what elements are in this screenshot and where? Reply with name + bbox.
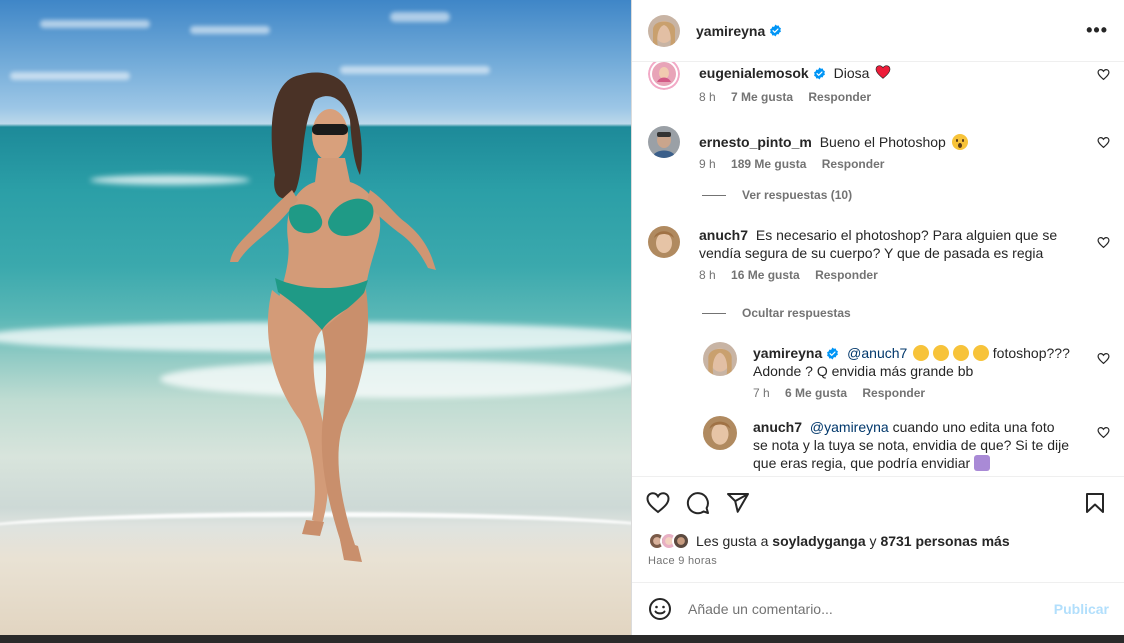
like-comment-heart-icon[interactable] <box>1097 136 1110 149</box>
reply-button[interactable]: Responder <box>822 157 885 171</box>
reply-item: yamireyna @anuch7 fotoshop??? Adonde ? Q… <box>703 342 1110 400</box>
more-options-icon[interactable]: ••• <box>1086 20 1108 41</box>
like-comment-heart-icon[interactable] <box>1097 426 1110 439</box>
comment-username[interactable]: ernesto_pinto_m <box>699 134 812 150</box>
verified-badge-icon <box>770 24 782 37</box>
publish-button[interactable]: Publicar <box>1054 601 1109 617</box>
reply-username[interactable]: anuch7 <box>753 419 802 435</box>
commenter-avatar[interactable] <box>648 226 680 258</box>
comment-text: Diosa <box>833 65 870 81</box>
comment-meta: 9 h 189 Me gusta Responder <box>699 157 1110 171</box>
grinning-squinting-face-icon <box>913 345 930 361</box>
comment-body: anuch7 Es necesario el photoshop? Para a… <box>699 226 1110 262</box>
reply-item: anuch7 @yamireyna cuando uno edita una f… <box>703 416 1110 472</box>
comment-meta: 8 h 16 Me gusta Responder <box>699 268 1110 282</box>
comment-item: ernesto_pinto_m Bueno el Photoshop 9 h 1… <box>648 126 1110 171</box>
author-username[interactable]: yamireyna <box>696 23 765 39</box>
post-photo[interactable] <box>0 0 631 635</box>
verified-badge-icon <box>827 347 839 360</box>
action-bar <box>632 477 1124 529</box>
comment-text: Es necesario el photoshop? Para alguien … <box>699 227 1058 261</box>
reply-mention[interactable]: @yamireyna <box>810 419 889 435</box>
comments-list: eugenialemosok Diosa 8 h 7 Me gusta Resp… <box>632 62 1124 476</box>
comment-input[interactable] <box>688 601 1054 617</box>
hide-replies-toggle[interactable]: Ocultar respuestas <box>702 306 851 320</box>
add-comment-bar: Publicar <box>632 582 1124 635</box>
comment-time: 9 h <box>699 157 716 171</box>
grinning-squinting-face-icon <box>972 345 989 361</box>
smiley-icon[interactable] <box>648 597 672 621</box>
comment-username[interactable]: anuch7 <box>699 227 748 243</box>
likes-first-user[interactable]: soyladyganga <box>772 533 865 549</box>
astonished-face-emoji-icon <box>951 134 968 150</box>
woman-figure <box>230 72 436 562</box>
reply-button[interactable]: Responder <box>862 386 925 400</box>
post-side-panel: yamireyna ••• eugenialemosok Diosa 8 h 7… <box>631 0 1124 635</box>
replier-avatar[interactable] <box>703 416 737 450</box>
commenter-avatar[interactable] <box>648 126 680 158</box>
page-bottom-bar <box>0 635 1124 643</box>
comment-time: 8 h <box>699 90 716 104</box>
reply-body: yamireyna @anuch7 fotoshop??? Adonde ? Q… <box>753 342 1110 380</box>
like-comment-heart-icon[interactable] <box>1097 68 1110 81</box>
divider <box>702 195 726 197</box>
reply-likes[interactable]: 6 Me gusta <box>785 386 847 400</box>
post-actions: Les gusta a soyladyganga y 8731 personas… <box>632 476 1124 569</box>
divider <box>702 313 726 315</box>
commenter-avatar[interactable] <box>648 62 680 90</box>
comment-body: ernesto_pinto_m Bueno el Photoshop <box>699 126 1110 151</box>
hide-replies-label: Ocultar respuestas <box>742 306 851 320</box>
likes-others[interactable]: 8731 personas más <box>880 533 1009 549</box>
red-heart-icon <box>875 65 891 79</box>
person-shrugging-emoji-icon <box>974 455 991 471</box>
reply-body: anuch7 @yamireyna cuando uno edita una f… <box>753 416 1110 472</box>
comment-meta: 8 h 7 Me gusta Responder <box>699 90 1110 104</box>
verified-badge-icon <box>813 67 825 80</box>
post-time-ago: Hace 9 horas <box>648 555 718 567</box>
comment-item: eugenialemosok Diosa 8 h 7 Me gusta Resp… <box>648 62 1110 104</box>
like-comment-heart-icon[interactable] <box>1097 352 1110 365</box>
reply-meta: 7 h 6 Me gusta Responder <box>753 386 1110 400</box>
comment-likes[interactable]: 16 Me gusta <box>731 268 800 282</box>
like-comment-heart-icon[interactable] <box>1097 236 1110 249</box>
liker-avatars <box>648 532 690 550</box>
comment-likes[interactable]: 189 Me gusta <box>731 157 806 171</box>
grinning-squinting-face-icon <box>953 345 969 361</box>
paper-plane-icon[interactable] <box>726 491 750 515</box>
author-avatar[interactable] <box>648 14 680 47</box>
reply-button[interactable]: Responder <box>808 90 871 104</box>
liker-avatar[interactable] <box>672 532 690 550</box>
comment-time: 8 h <box>699 268 716 282</box>
likes-summary: Les gusta a soyladyganga y 8731 personas… <box>632 529 1124 553</box>
comment-body: eugenialemosok Diosa <box>699 62 1110 82</box>
reply-username[interactable]: yamireyna <box>753 345 822 361</box>
comment-username[interactable]: eugenialemosok <box>699 65 809 81</box>
view-replies-toggle[interactable]: Ver respuestas (10) <box>702 188 852 202</box>
reply-mention[interactable]: @anuch7 <box>847 345 907 361</box>
replier-avatar[interactable] <box>703 342 737 376</box>
comment-bubble-icon[interactable] <box>686 491 710 515</box>
likes-prefix: Les gusta a <box>696 533 769 549</box>
bookmark-icon[interactable] <box>1083 491 1107 515</box>
reply-time: 7 h <box>753 386 770 400</box>
view-replies-label: Ver respuestas (10) <box>742 188 853 202</box>
likes-connector: y <box>869 533 877 549</box>
reply-button[interactable]: Responder <box>815 268 878 282</box>
comment-likes[interactable]: 7 Me gusta <box>731 90 793 104</box>
grinning-squinting-face-icon <box>933 345 950 361</box>
post-header: yamireyna ••• <box>632 0 1124 62</box>
comment-item: anuch7 Es necesario el photoshop? Para a… <box>648 226 1110 282</box>
comment-text: Bueno el Photoshop <box>819 134 946 150</box>
heart-outline-icon[interactable] <box>646 491 670 515</box>
